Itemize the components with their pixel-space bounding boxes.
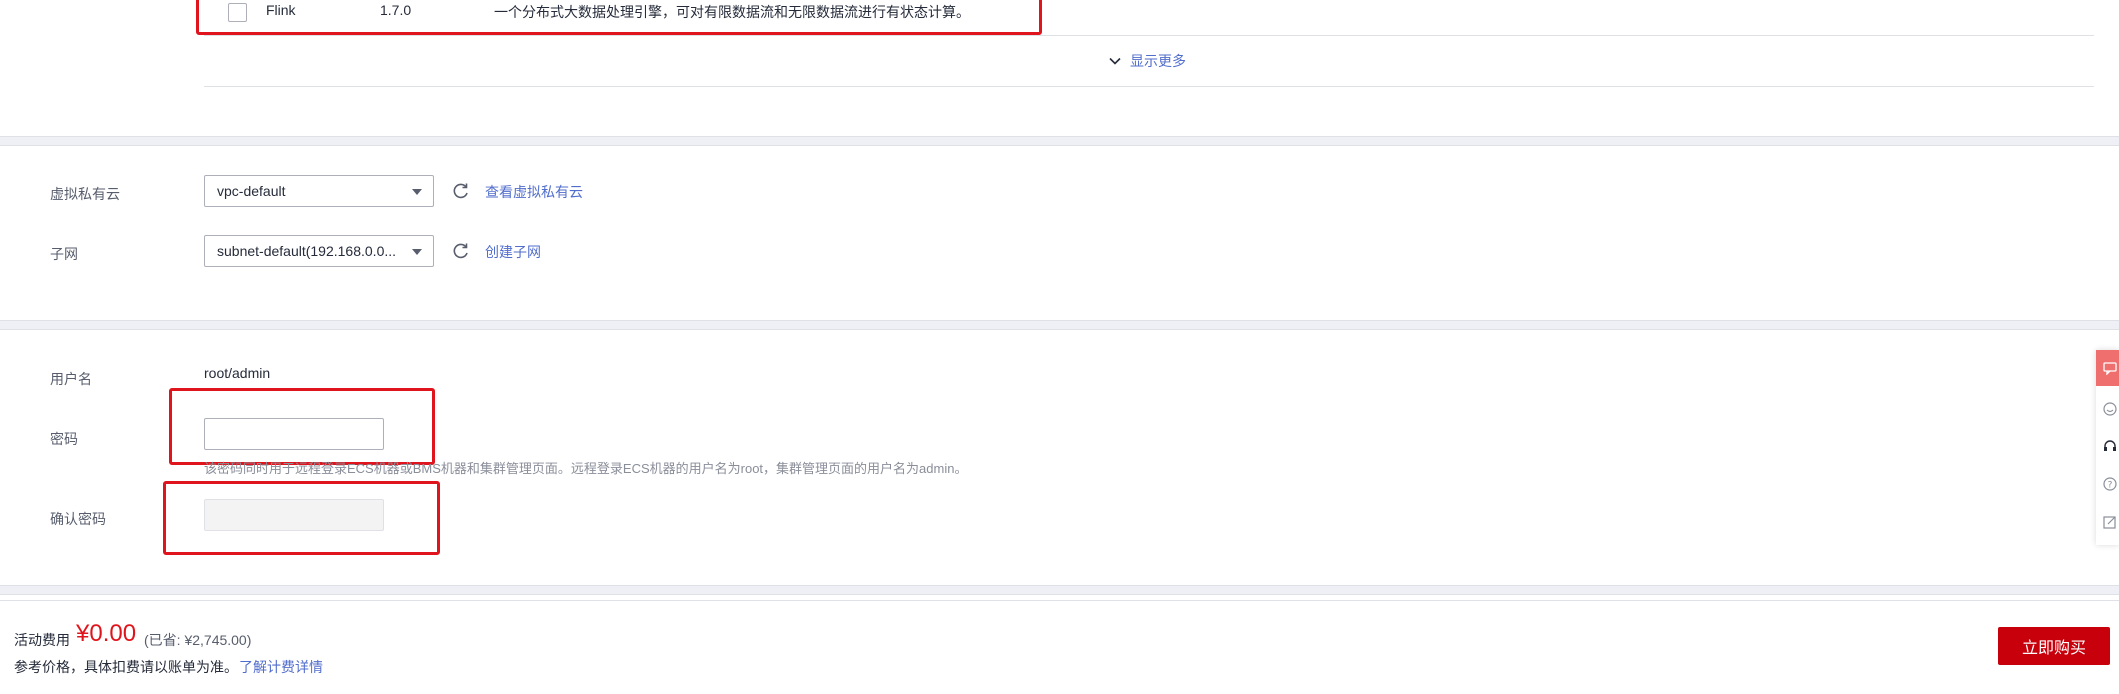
- section-separator: [0, 136, 2119, 146]
- confirm-password-label: 确认密码: [50, 511, 106, 527]
- divider: [204, 35, 2094, 36]
- help-icon[interactable]: ?: [2103, 477, 2117, 491]
- fee-amount: ¥0.00: [76, 620, 137, 647]
- dropdown-arrow-icon: [412, 249, 422, 255]
- username-label: 用户名: [50, 371, 92, 387]
- billing-details-link[interactable]: 了解计费详情: [239, 657, 323, 677]
- create-subnet-link[interactable]: 创建子网: [485, 242, 541, 262]
- divider: [204, 86, 2094, 87]
- svg-text:?: ?: [2108, 481, 2113, 491]
- edit-icon[interactable]: [2103, 515, 2117, 529]
- buy-now-button[interactable]: 立即购买: [1998, 627, 2110, 665]
- chat-button[interactable]: [2096, 350, 2119, 386]
- refresh-icon[interactable]: [452, 242, 470, 260]
- section-separator: [0, 585, 2119, 595]
- fee-saved: (已省: ¥2,745.00): [144, 632, 252, 648]
- dropdown-arrow-icon: [412, 189, 422, 195]
- price-note: 参考价格，具体扣费请以账单为准。: [14, 659, 238, 675]
- bottom-purchase-bar: [0, 600, 2119, 694]
- password-label: 密码: [50, 431, 78, 447]
- subnet-label: 子网: [50, 246, 78, 262]
- highlight-box-password: [169, 388, 435, 465]
- password-hint: 该密码同时用于远程登录ECS机器或BMS机器和集群管理页面。远程登录ECS机器的…: [204, 461, 968, 476]
- subnet-select-value[interactable]: subnet-default(192.168.0.0...: [204, 235, 434, 267]
- vpc-select-value[interactable]: vpc-default: [204, 175, 434, 207]
- show-more-label: 显示更多: [1130, 53, 1186, 69]
- highlight-box-confirm: [163, 481, 440, 555]
- vpc-label: 虚拟私有云: [50, 186, 120, 202]
- fee-label: 活动费用: [14, 632, 70, 648]
- show-more-button[interactable]: 显示更多: [1108, 51, 1186, 71]
- chevron-down-icon: [1109, 57, 1121, 65]
- username-value: root/admin: [204, 365, 271, 381]
- refresh-icon[interactable]: [452, 182, 470, 200]
- floating-toolbar: ?: [2096, 350, 2119, 545]
- view-vpc-link[interactable]: 查看虚拟私有云: [485, 182, 583, 202]
- subnet-select[interactable]: subnet-default(192.168.0.0...: [204, 235, 434, 267]
- highlight-box-component: [196, 0, 1042, 35]
- vpc-select[interactable]: vpc-default: [204, 175, 434, 207]
- headset-icon[interactable]: [2103, 439, 2117, 453]
- smile-icon[interactable]: [2103, 402, 2117, 416]
- chat-icon: [2103, 362, 2117, 375]
- section-separator: [0, 320, 2119, 330]
